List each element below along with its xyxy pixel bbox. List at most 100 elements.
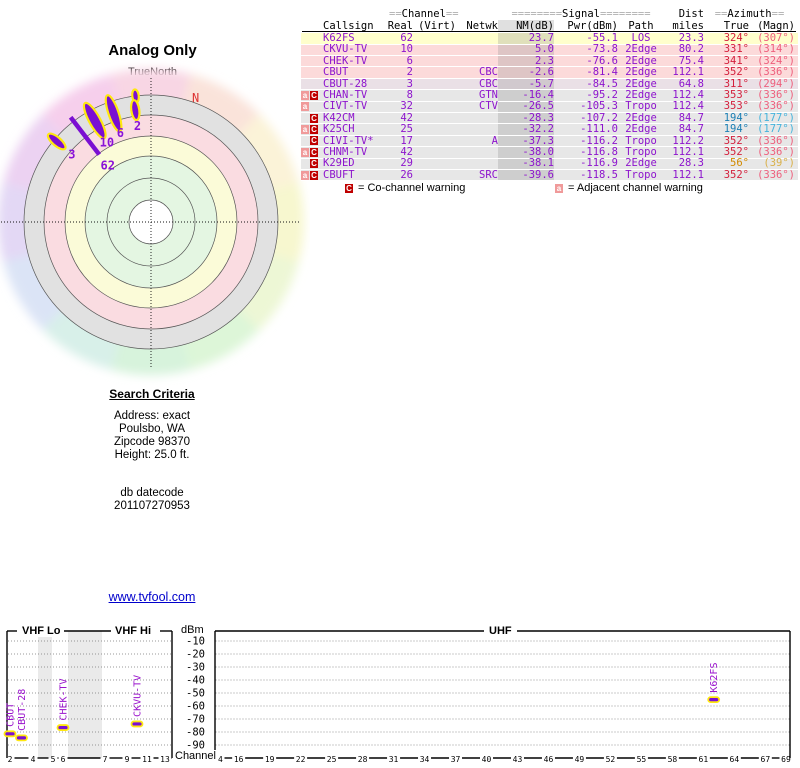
cell-path: 2Edge xyxy=(618,159,664,169)
co-channel-warning-icon: C xyxy=(310,114,318,123)
channel-tick-label: 11 xyxy=(142,755,152,764)
station-signal-marker xyxy=(5,731,16,736)
cell-callsign: K42CM xyxy=(323,113,389,123)
tvfool-report-page: { "radar": { "title": "Analog Only", "no… xyxy=(0,0,800,768)
channel-tick-label: 4 xyxy=(31,755,36,764)
cell-path: Tropo xyxy=(618,136,664,146)
cell-path: 2Edge xyxy=(618,79,664,89)
cell-nm: -5.7 xyxy=(498,79,554,89)
cell-real: 25 xyxy=(389,124,413,134)
legend-co-channel: C = Co-channel warning xyxy=(345,182,465,194)
cell-netwk: SRC xyxy=(456,170,498,180)
legend-co-channel-label: = Co-channel warning xyxy=(358,182,465,194)
cell-netwk: A xyxy=(456,136,498,146)
channel-tick-label: 25 xyxy=(327,755,337,764)
vhf-lo-label: VHF Lo xyxy=(20,625,63,637)
band-gap-stripe xyxy=(38,631,52,758)
table-row: aCCBUFT26SRC-39.6-118.5Tropo112.1352°(33… xyxy=(301,170,798,181)
cell-real: 8 xyxy=(389,90,413,100)
cell-virt xyxy=(413,147,456,157)
cell-warnings: C xyxy=(301,113,323,123)
cell-nm: -32.2 xyxy=(498,124,554,134)
cell-miles: 112.1 xyxy=(664,170,704,180)
cell-miles: 75.4 xyxy=(664,56,704,66)
cell-azimuth-magn: (307°) xyxy=(749,33,795,43)
cell-warnings: aC xyxy=(301,124,323,134)
cell-path: Tropo xyxy=(618,170,664,180)
cell-miles: 84.7 xyxy=(664,124,704,134)
cell-netwk xyxy=(456,33,498,43)
cell-azimuth-true: 352° xyxy=(704,136,749,146)
station-label: K62FS xyxy=(709,663,720,693)
cell-netwk: CTV xyxy=(456,102,498,112)
cell-warnings xyxy=(301,33,323,43)
channel-marker-label: 2 xyxy=(134,119,141,133)
co-channel-warning-icon: C xyxy=(310,159,318,168)
cell-nm: -37.3 xyxy=(498,136,554,146)
cell-azimuth-true: 324° xyxy=(704,33,749,43)
search-city: Poulsbo, WA xyxy=(42,423,262,436)
dbm-tick-label: -80 xyxy=(186,727,205,739)
cell-warnings: C xyxy=(301,159,323,169)
cell-netwk: GTN xyxy=(456,90,498,100)
search-zipcode: Zipcode 98370 xyxy=(42,436,262,449)
cell-miles: 80.2 xyxy=(664,45,704,55)
station-label: CKVU-TV xyxy=(133,675,144,717)
channel-tick-label: 67 xyxy=(761,755,771,764)
cell-path: Tropo xyxy=(618,147,664,157)
cell-virt xyxy=(413,79,456,89)
channel-marker-label: 10 xyxy=(100,135,114,149)
channel-tick-label: 22 xyxy=(296,755,306,764)
db-datecode-label: db datecode xyxy=(42,487,262,500)
cell-real: 42 xyxy=(389,113,413,123)
cell-path: 2Edge xyxy=(618,113,664,123)
cell-netwk: CBC xyxy=(456,79,498,89)
channel-tick-label: 55 xyxy=(637,755,647,764)
cell-pwr: -118.5 xyxy=(554,170,618,180)
cell-azimuth-magn: (177°) xyxy=(749,124,795,134)
cell-warnings: a xyxy=(301,102,323,112)
dbm-tick-label: -70 xyxy=(186,714,205,726)
cell-netwk: CBC xyxy=(456,67,498,77)
cell-callsign: K25CH xyxy=(323,124,389,134)
cell-azimuth-magn: (336°) xyxy=(749,136,795,146)
cell-real: 17 xyxy=(389,136,413,146)
cell-warnings xyxy=(301,79,323,89)
legend-adjacent-channel: a = Adjacent channel warning xyxy=(555,182,703,194)
cell-azimuth-true: 56° xyxy=(704,159,749,169)
group-header-channel: ==Channel== xyxy=(389,9,456,20)
channel-tick-label: 2 xyxy=(8,755,13,764)
station-signal-marker xyxy=(58,725,69,730)
cell-callsign: CBUT-28 xyxy=(323,79,389,89)
station-label: CBUT xyxy=(6,703,17,727)
site-link-container: www.tvfool.com xyxy=(42,590,262,604)
cell-callsign: CKVU-TV xyxy=(323,45,389,55)
dbm-tick-label: -60 xyxy=(186,701,205,713)
cell-virt xyxy=(413,67,456,77)
cell-virt xyxy=(413,45,456,55)
cell-path: LOS xyxy=(618,33,664,43)
cell-nm: -38.1 xyxy=(498,159,554,169)
search-criteria-title: Search Criteria xyxy=(42,388,262,401)
cell-path: 2Edge xyxy=(618,45,664,55)
channel-tick-label: 31 xyxy=(389,755,399,764)
cell-virt xyxy=(413,124,456,134)
cell-real: 32 xyxy=(389,102,413,112)
search-address: Address: exact xyxy=(42,410,262,423)
channel-tick-label: 9 xyxy=(125,755,130,764)
cell-azimuth-magn: (336°) xyxy=(749,90,795,100)
table-header-rule xyxy=(302,31,796,32)
cell-miles: 112.4 xyxy=(664,102,704,112)
cell-azimuth-magn: (294°) xyxy=(749,79,795,89)
dbm-tick-label: -10 xyxy=(186,636,205,648)
cell-path: 2Edge xyxy=(618,56,664,66)
adjacent-channel-warning-icon: a xyxy=(301,102,309,111)
cell-real: 62 xyxy=(389,33,413,43)
cell-miles: 64.8 xyxy=(664,79,704,89)
cell-warnings: aC xyxy=(301,147,323,157)
cell-warnings: aC xyxy=(301,90,323,100)
tvfool-link[interactable]: www.tvfool.com xyxy=(109,590,196,604)
channel-tick-label: 28 xyxy=(358,755,368,764)
channel-marker-label: 3 xyxy=(68,147,75,161)
cell-netwk xyxy=(456,124,498,134)
